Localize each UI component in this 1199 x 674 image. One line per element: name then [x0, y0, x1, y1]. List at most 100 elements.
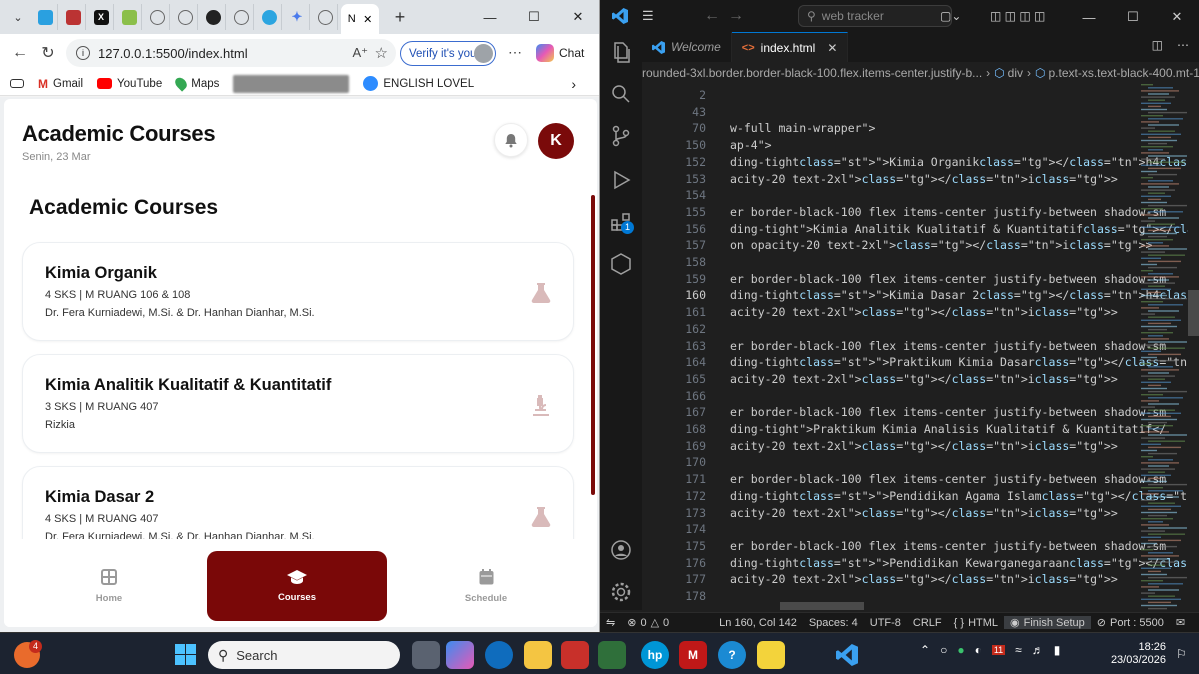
- bookmark-english-lovel[interactable]: ENGLISH LOVEL: [363, 76, 474, 91]
- code-line[interactable]: on opacity-20 text-2xl">class="tg"></cla…: [730, 238, 1152, 252]
- command-center-search[interactable]: ⚲ web tracker: [798, 5, 952, 27]
- code-line[interactable]: er border-black-100 flex items-center ju…: [730, 205, 1166, 219]
- run-debug-icon[interactable]: [609, 168, 633, 192]
- bookmark-maps[interactable]: Maps: [173, 75, 219, 92]
- course-card[interactable]: Kimia Analitik Kualitatif & Kuantitatif …: [22, 354, 574, 453]
- tab[interactable]: [33, 4, 58, 30]
- code-line[interactable]: er border-black-100 flex items-center ju…: [730, 405, 1166, 419]
- clock[interactable]: 18:26 23/03/2026: [1100, 641, 1166, 667]
- user-avatar[interactable]: K: [538, 123, 574, 159]
- tab[interactable]: [201, 4, 226, 30]
- tray-app-icon[interactable]: ○: [940, 643, 947, 657]
- close-button[interactable]: ✕: [1155, 0, 1199, 34]
- horizontal-scrollbar[interactable]: [780, 602, 864, 610]
- search-icon[interactable]: [609, 82, 633, 106]
- code-line[interactable]: acity-20 text-2xl">class="tg"></class="t…: [730, 172, 1118, 186]
- page-scrollbar[interactable]: [591, 195, 595, 495]
- cursor-position[interactable]: Ln 160, Col 142: [713, 617, 803, 629]
- notifications-bell[interactable]: ✉: [1170, 616, 1191, 629]
- mcafee-icon[interactable]: M: [679, 641, 707, 669]
- finish-setup[interactable]: ◉ Finish Setup: [1004, 616, 1091, 629]
- nav-schedule[interactable]: Schedule: [401, 551, 571, 621]
- favorite-star-icon[interactable]: ☆: [375, 44, 388, 62]
- code-line[interactable]: ding-tightclass="st">">Kimia Organikclas…: [730, 155, 1199, 169]
- nav-courses[interactable]: Courses: [207, 551, 387, 621]
- tab[interactable]: [257, 4, 282, 30]
- remote-explorer-icon[interactable]: [609, 252, 633, 276]
- code-line[interactable]: ding-tight">Kimia Analitik Kualitatif & …: [730, 222, 1199, 236]
- active-tab[interactable]: N ✕: [341, 4, 379, 34]
- code-line[interactable]: ap-4">: [730, 138, 772, 152]
- tab[interactable]: X: [89, 4, 114, 30]
- tab[interactable]: [173, 4, 198, 30]
- remote-indicator[interactable]: ⇋: [600, 616, 621, 629]
- maximize-button[interactable]: ☐: [1111, 0, 1155, 34]
- sidebar-toggle-icon[interactable]: [10, 79, 24, 88]
- code-line[interactable]: w-full main-wrapper">: [730, 121, 875, 135]
- explorer-icon[interactable]: [609, 40, 633, 64]
- notification-icon[interactable]: ⚐: [1176, 647, 1187, 661]
- task-view-icon[interactable]: [412, 641, 440, 669]
- live-server-port[interactable]: ⊘ Port : 5500: [1091, 616, 1170, 630]
- code-line[interactable]: acity-20 text-2xl">class="tg"></class="t…: [730, 372, 1118, 386]
- copilot-icon[interactable]: [446, 641, 474, 669]
- tab[interactable]: [229, 4, 254, 30]
- tab[interactable]: ✦: [285, 4, 310, 30]
- address-bar[interactable]: i 127.0.0.1:5500/index.html A⁺ ☆: [66, 39, 396, 67]
- tab-welcome[interactable]: Welcome: [642, 32, 732, 62]
- code-line[interactable]: er border-black-100 flex items-center ju…: [730, 539, 1166, 553]
- tab-index-html[interactable]: <> index.html ✕: [731, 32, 849, 62]
- code-line[interactable]: ding-tight">Praktikum Kimia Analisis Kua…: [730, 422, 1166, 436]
- close-button[interactable]: ✕: [556, 0, 599, 34]
- code-line[interactable]: acity-20 text-2xl">class="tg"></class="t…: [730, 305, 1118, 319]
- more-actions-icon[interactable]: ⋯: [1177, 38, 1189, 52]
- taskbar-search[interactable]: ⚲ Search: [208, 641, 400, 669]
- split-editor-icon[interactable]: ◫: [1152, 38, 1163, 52]
- help-icon[interactable]: ?: [718, 641, 746, 669]
- tab-list-button[interactable]: ⌄: [6, 5, 30, 29]
- code-line[interactable]: er border-black-100 flex items-center ju…: [730, 272, 1166, 286]
- code-editor[interactable]: 2 43 70 w-full main-wrapper"> 150 ap-4"> 152 di…: [642, 84, 1199, 610]
- chevron-up-icon[interactable]: ⌃: [920, 643, 930, 657]
- code-line[interactable]: er border-black-100 flex items-center ju…: [730, 472, 1166, 486]
- breadcrumb-path[interactable]: rounded-3xl.border.border-black-100.flex…: [642, 66, 982, 80]
- menu-icon[interactable]: ☰: [642, 8, 654, 24]
- bookmark-gmail[interactable]: M Gmail: [38, 77, 83, 91]
- maximize-button[interactable]: ☐: [512, 0, 556, 34]
- code-line[interactable]: acity-20 text-2xl">class="tg"></class="t…: [730, 506, 1118, 520]
- tab[interactable]: [61, 4, 86, 30]
- breadcrumb-p[interactable]: p.text-xs.text-black-400.mt-1: [1048, 66, 1199, 80]
- breadcrumb-div[interactable]: div: [1008, 66, 1023, 80]
- code-line[interactable]: acity-20 text-2xl">class="tg"></class="t…: [730, 439, 1118, 453]
- nav-home[interactable]: Home: [24, 551, 194, 621]
- close-tab-icon[interactable]: ✕: [827, 41, 837, 55]
- more-menu-icon[interactable]: ⋯: [508, 44, 522, 61]
- minimize-button[interactable]: —: [1067, 0, 1111, 34]
- minimap[interactable]: [1139, 84, 1187, 610]
- settings-gear-icon[interactable]: [609, 580, 633, 604]
- copilot-icon[interactable]: ▢⌄: [940, 9, 961, 23]
- problems-indicator[interactable]: ⊗ 0 △ 0: [621, 616, 675, 630]
- notification-button[interactable]: [494, 123, 528, 157]
- vscode-taskbar-icon[interactable]: [833, 641, 861, 669]
- reload-button[interactable]: ↻: [34, 39, 62, 67]
- tab[interactable]: [145, 4, 170, 30]
- new-tab-button[interactable]: +: [388, 5, 412, 29]
- code-line[interactable]: ding-tightclass="st">">Praktikum Kimia D…: [730, 355, 1199, 369]
- bookmark-youtube[interactable]: YouTube: [97, 78, 162, 90]
- code-line[interactable]: ding-tightclass="st">">Pendidikan Kewarg…: [730, 556, 1199, 570]
- course-card[interactable]: Kimia Organik 4 SKS | M RUANG 106 & 108 …: [22, 242, 574, 341]
- tab[interactable]: [117, 4, 142, 30]
- encoding[interactable]: UTF-8: [864, 617, 907, 629]
- wifi-icon[interactable]: ≈: [1015, 643, 1022, 657]
- copilot-chat-button[interactable]: Chat: [536, 44, 584, 62]
- back-button[interactable]: ←: [6, 39, 34, 67]
- nav-back-icon[interactable]: ←: [704, 7, 720, 25]
- language-mode[interactable]: { } HTML: [948, 617, 1004, 629]
- store-icon[interactable]: [598, 641, 626, 669]
- read-aloud-icon[interactable]: A⁺: [352, 45, 368, 61]
- edge-icon[interactable]: [485, 641, 513, 669]
- volume-icon[interactable]: ♬: [1032, 643, 1044, 657]
- code-line[interactable]: ding-tightclass="st">">Pendidikan Agama …: [730, 489, 1199, 503]
- verify-profile-button[interactable]: Verify it's you: [400, 41, 496, 66]
